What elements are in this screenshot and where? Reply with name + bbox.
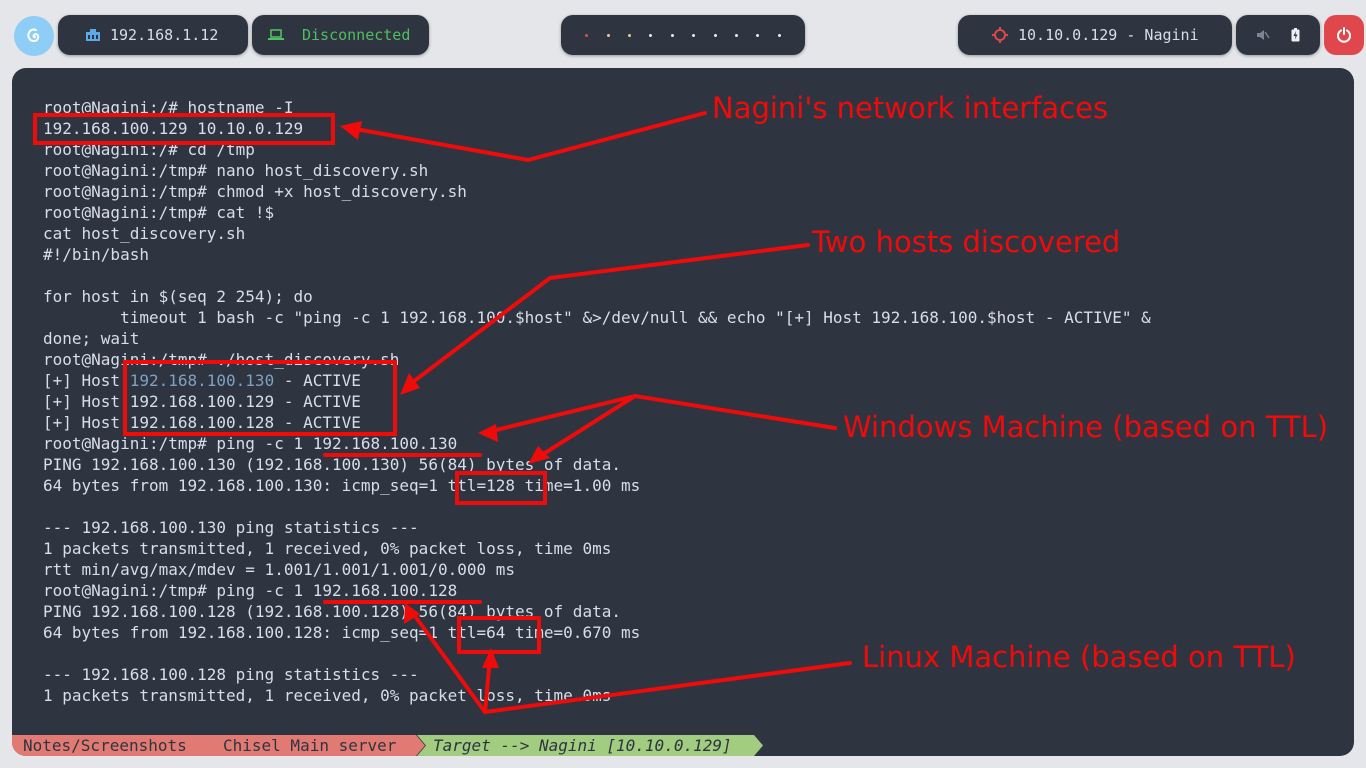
arrowhead-interfaces xyxy=(340,121,362,140)
annotation-two-hosts: Two hosts discovered xyxy=(812,225,1121,259)
arrow-windows-2 xyxy=(535,394,637,460)
arrowhead-windows-1 xyxy=(478,424,498,442)
arrow-hosts xyxy=(403,243,810,390)
interfaces-box xyxy=(33,113,335,145)
arrow-windows-1 xyxy=(486,393,837,434)
annotation-windows-machine: Windows Machine (based on TTL) xyxy=(843,410,1329,444)
annotation-network-interfaces: Nagini's network interfaces xyxy=(712,91,1109,125)
arrowhead-hosts xyxy=(400,373,420,395)
arrow-linux-1 xyxy=(410,610,852,715)
ttl64-box xyxy=(457,616,541,654)
annotation-linux-machine: Linux Machine (based on TTL) xyxy=(862,640,1296,674)
arrow-interfaces xyxy=(348,111,707,163)
ttl128-box xyxy=(455,471,547,505)
hosts-box xyxy=(123,360,397,436)
arrowhead-windows-2 xyxy=(528,446,550,464)
